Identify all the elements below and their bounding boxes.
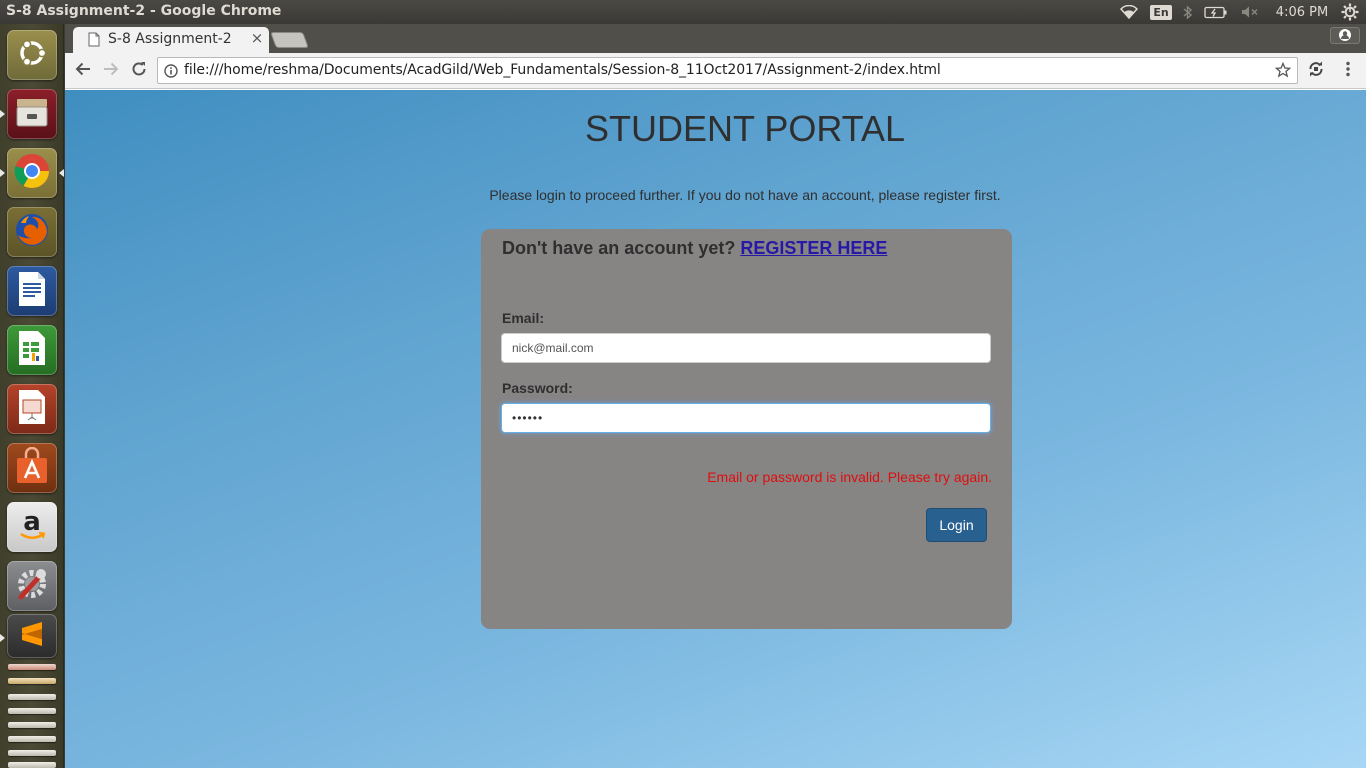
web-page: STUDENT PORTAL Please login to proceed f…	[65, 90, 1366, 768]
password-field[interactable]	[501, 403, 991, 433]
impress-launcher[interactable]	[7, 384, 57, 434]
shopping-bag-icon	[14, 446, 50, 489]
files-launcher[interactable]	[7, 89, 57, 139]
software-center-launcher[interactable]	[7, 443, 57, 493]
forward-arrow-icon	[103, 61, 119, 81]
running-indicator	[0, 169, 5, 177]
bluetooth-icon[interactable]	[1180, 0, 1194, 24]
presentation-icon	[17, 388, 47, 430]
page-favicon-icon	[88, 32, 100, 51]
tab-strip: S-8 Assignment-2 ×	[65, 24, 1366, 53]
email-field[interactable]	[501, 333, 991, 363]
calc-launcher[interactable]	[7, 325, 57, 375]
stack-sheet	[8, 678, 56, 684]
browser-toolbar: file:///home/reshma/Documents/AcadGild/W…	[65, 53, 1366, 89]
keyboard-layout-indicator[interactable]: En	[1150, 0, 1172, 24]
focused-indicator	[59, 169, 64, 177]
login-button[interactable]: Login	[926, 508, 987, 542]
chrome-launcher[interactable]	[7, 148, 57, 198]
stack-sheet	[8, 762, 56, 768]
chrome-icon	[13, 152, 51, 194]
sync-extension-icon	[1307, 60, 1325, 82]
volume-muted-icon[interactable]	[1239, 0, 1261, 24]
reload-button[interactable]	[127, 59, 151, 83]
chrome-menu-button[interactable]	[1336, 59, 1360, 83]
clock-label: 4:06 PM	[1275, 4, 1329, 20]
workspace-stack[interactable]	[6, 660, 58, 768]
ubuntu-logo-icon	[15, 36, 49, 74]
svg-text:a: a	[23, 508, 41, 537]
chrome-window: S-8 Assignment-2 × file:///home/reshma/D…	[65, 24, 1366, 768]
stack-sheet	[8, 694, 56, 700]
new-tab-button[interactable]	[270, 32, 309, 48]
window-title: S-8 Assignment-2 - Google Chrome	[6, 3, 282, 19]
page-title: STUDENT PORTAL	[584, 108, 906, 149]
stack-sheet	[8, 722, 56, 728]
address-bar[interactable]: file:///home/reshma/Documents/AcadGild/W…	[157, 57, 1298, 84]
login-card: Don't have an account yet? REGISTER HERE…	[481, 229, 1012, 629]
back-button[interactable]	[71, 59, 95, 83]
keyboard-layout-label: En	[1150, 4, 1172, 20]
register-link[interactable]: REGISTER HERE	[740, 238, 887, 258]
running-indicator	[0, 110, 5, 118]
firefox-icon	[13, 211, 51, 253]
stack-sheet	[8, 750, 56, 756]
ubuntu-dash-button[interactable]	[7, 30, 57, 80]
tab-title: S-8 Assignment-2	[108, 31, 232, 47]
spreadsheet-icon	[17, 329, 47, 371]
extension-button[interactable]	[1304, 59, 1328, 83]
file-cabinet-icon	[14, 95, 50, 133]
top-panel: S-8 Assignment-2 - Google Chrome En 4:06…	[0, 0, 1366, 24]
battery-icon[interactable]	[1203, 0, 1229, 24]
back-arrow-icon	[75, 61, 91, 81]
clock[interactable]: 4:06 PM	[1270, 0, 1334, 24]
system-settings-launcher[interactable]	[7, 561, 57, 611]
forward-button[interactable]	[99, 59, 123, 83]
tab-close-button[interactable]: ×	[249, 30, 265, 46]
error-message: Email or password is invalid. Please try…	[707, 469, 992, 485]
settings-gear-icon[interactable]	[1339, 0, 1361, 24]
profile-button[interactable]	[1330, 27, 1360, 44]
register-prompt-text: Don't have an account yet?	[502, 238, 736, 258]
running-indicator	[0, 634, 5, 642]
writer-launcher[interactable]	[7, 266, 57, 316]
email-label: Email:	[502, 310, 545, 326]
sublime-text-icon	[18, 619, 46, 653]
wrench-gear-icon	[13, 565, 51, 607]
sublime-text-launcher[interactable]	[7, 614, 57, 658]
password-label: Password:	[502, 380, 573, 396]
reload-icon	[131, 61, 147, 81]
amazon-logo-icon: a	[15, 507, 49, 546]
amazon-launcher[interactable]: a	[7, 502, 57, 552]
url-text: file:///home/reshma/Documents/AcadGild/W…	[184, 62, 941, 78]
page-intro: Please login to proceed further. If you …	[489, 187, 1001, 203]
wifi-icon[interactable]	[1117, 0, 1141, 24]
stack-sheet	[8, 736, 56, 742]
profile-avatar-icon	[1339, 26, 1351, 45]
document-icon	[17, 270, 47, 312]
bookmark-star-icon[interactable]	[1274, 61, 1292, 82]
register-prompt: Don't have an account yet? REGISTER HERE	[502, 238, 887, 259]
tab-active[interactable]: S-8 Assignment-2 ×	[73, 27, 269, 53]
kebab-menu-icon	[1345, 61, 1351, 81]
stack-sheet	[8, 708, 56, 714]
firefox-launcher[interactable]	[7, 207, 57, 257]
stack-sheet	[8, 664, 56, 670]
page-info-icon[interactable]	[164, 63, 178, 82]
launcher: a	[0, 24, 64, 768]
